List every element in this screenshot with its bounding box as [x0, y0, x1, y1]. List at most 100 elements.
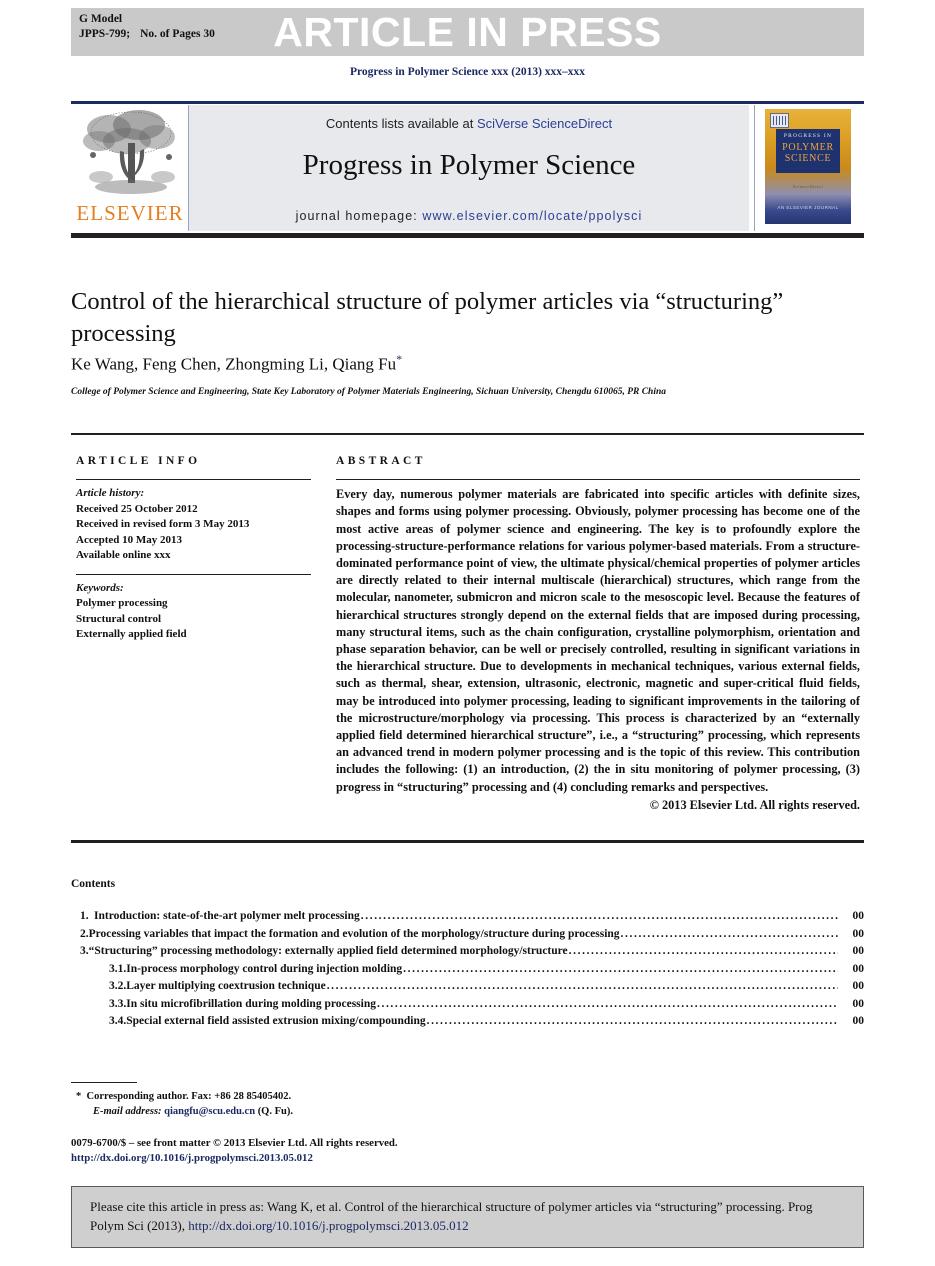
toc-entry[interactable]: 3.3. In situ microfibrillation during mo… [71, 996, 864, 1014]
header-divider-rule [71, 433, 864, 435]
email-suffix: (Q. Fu). [257, 1105, 293, 1117]
toc-label: In-process morphology control during inj… [126, 962, 403, 975]
toc-entry[interactable]: 3.4. Special external field assisted ext… [71, 1013, 864, 1031]
masthead-bottom-rule [71, 233, 864, 238]
homepage-label: journal homepage: [295, 209, 423, 223]
history-item: Received 25 October 2012 [76, 502, 198, 515]
elsevier-wordmark: ELSEVIER [76, 201, 184, 225]
keywords-label: Keywords: [76, 581, 124, 594]
abstract-copyright: © 2013 Elsevier Ltd. All rights reserved… [649, 797, 860, 812]
cover-bottom-line: AN ELSEVIER JOURNAL [777, 205, 839, 210]
keywords-rule [76, 573, 311, 575]
running-head: Progress in Polymer Science xxx (2013) x… [349, 66, 586, 78]
citation-text: Please cite this article in press as: Wa… [90, 1198, 847, 1235]
keywords-block: Keywords: Polymer processing Structural … [76, 581, 311, 643]
citation-box: Please cite this article in press as: Wa… [71, 1186, 864, 1248]
keyword-item: Polymer processing [76, 597, 168, 610]
masthead-top-rule [71, 101, 864, 104]
contents-heading: Contents [71, 878, 116, 890]
article-info-rule [76, 479, 311, 481]
elsevier-tree-icon [83, 110, 175, 194]
toc-page: 00 [852, 962, 865, 975]
toc-page: 00 [852, 945, 865, 957]
article-history-block: Article history: Received 25 October 201… [76, 486, 311, 564]
sciencedirect-link[interactable]: SciVerse ScienceDirect [477, 116, 612, 131]
toc-leader-dots: ........................................… [377, 997, 838, 1010]
elsevier-logo: ELSEVIER [71, 105, 189, 231]
contents-prefix: Contents lists available at [325, 116, 477, 131]
email-link[interactable]: qiangfu@scu.edu.cn [164, 1106, 255, 1117]
contents-panel: Contents lists available at SciVerse Sci… [189, 105, 749, 231]
footnote-corresponding-text: Corresponding author. Fax: +86 28 854054… [86, 1091, 292, 1102]
affiliation: College of Polymer Science and Engineeri… [71, 387, 667, 397]
citation-doi-link[interactable]: http://dx.doi.org/10.1016/j.progpolymsci… [188, 1218, 468, 1233]
history-item: Accepted 10 May 2013 [76, 533, 183, 546]
journal-title: Progress in Polymer Science [302, 149, 636, 181]
footnote-rule [71, 1082, 137, 1084]
article-info-column: ARTICLE INFO Article history: Received 2… [76, 455, 311, 643]
toc-leader-dots: ........................................… [326, 980, 838, 992]
toc-label: Introduction: state-of-the-art polymer m… [94, 910, 360, 922]
abstract-body: Every day, numerous polymer materials ar… [336, 487, 860, 794]
cover-stamp-icon [770, 113, 789, 128]
footnote-star: * [76, 1091, 82, 1102]
abstract-bottom-rule [71, 840, 864, 843]
toc-label: Processing variables that impact the for… [88, 927, 620, 940]
toc-number: 3.4. [109, 1015, 127, 1027]
cover-top-line: PROGRESS IN [783, 133, 833, 139]
corresponding-author-marker: * [396, 352, 403, 366]
toc-page: 00 [852, 1015, 865, 1027]
keyword-item: Externally applied field [76, 628, 187, 641]
article-first-page: G Model JPPS-799; No. of Pages 30 ARTICLE… [0, 0, 935, 1266]
cover-title-panel: PROGRESS IN POLYMER SCIENCE [776, 129, 840, 173]
toc-leader-dots: ........................................… [360, 910, 838, 922]
cover-main-lines: POLYMER SCIENCE [776, 142, 840, 164]
toc-number: 3.2. [109, 980, 127, 992]
journal-cover-image: PROGRESS IN POLYMER SCIENCE ScienceDirec… [765, 109, 851, 224]
toc-leader-dots: ........................................… [568, 945, 838, 957]
abstract-rule [336, 479, 860, 481]
cover-main-line-2: SCIENCE [784, 153, 832, 164]
abstract-heading: ABSTRACT [336, 455, 426, 467]
front-matter-line: 0079-6700/$ – see front matter © 2013 El… [71, 1137, 398, 1149]
toc-leader-dots: ........................................… [620, 927, 838, 940]
toc-entry[interactable]: 3.1. In-process morphology control durin… [71, 961, 864, 979]
table-of-contents: 1. Introduction: state-of-the-art polyme… [71, 908, 864, 1031]
doi-link[interactable]: http://dx.doi.org/10.1016/j.progpolymsci… [71, 1151, 631, 1166]
toc-entry[interactable]: 3.2. Layer multiplying coextrusion techn… [71, 978, 864, 996]
homepage-url-link[interactable]: www.elsevier.com/locate/ppolysci [422, 209, 642, 223]
toc-leader-dots: ........................................… [403, 962, 838, 975]
journal-homepage-line: journal homepage: www.elsevier.com/locat… [189, 209, 749, 223]
toc-label: “Structuring” processing methodology: ex… [88, 945, 568, 957]
toc-number: 3. [80, 945, 89, 957]
toc-page: 00 [852, 910, 865, 922]
history-item: Available online xxx [76, 549, 171, 562]
toc-label: Special external field assisted extrusio… [126, 1015, 426, 1027]
cover-main-line-1: POLYMER [782, 142, 834, 153]
contents-available-line: Contents lists available at SciVerse Sci… [189, 116, 749, 131]
authors-text: Ke Wang, Feng Chen, Zhongming Li, Qiang … [71, 354, 397, 374]
toc-label: In situ microfibrillation during molding… [126, 997, 376, 1010]
article-history-label: Article history: [76, 487, 145, 500]
article-in-press-banner: G Model JPPS-799; No. of Pages 30 ARTICLE… [71, 8, 864, 56]
history-item: Received in revised form 3 May 2013 [76, 518, 250, 531]
journal-masthead: ELSEVIER Contents lists available at Sci… [71, 105, 864, 231]
email-label: E-mail address: [93, 1105, 162, 1117]
toc-page: 00 [852, 997, 865, 1010]
toc-page: 00 [852, 980, 865, 992]
banner-title: ARTICLE IN PRESS [273, 9, 662, 55]
toc-number: 1. [80, 910, 89, 922]
toc-entry[interactable]: 2. Processing variables that impact the … [71, 926, 864, 944]
author-list: Ke Wang, Feng Chen, Zhongming Li, Qiang … [71, 352, 861, 375]
toc-entry[interactable]: 3. “Structuring” processing methodology:… [71, 943, 864, 961]
toc-number: 3.1. [109, 962, 127, 975]
toc-number: 3.3. [109, 997, 127, 1010]
journal-cover-wrap: PROGRESS IN POLYMER SCIENCE ScienceDirec… [754, 105, 864, 231]
toc-entry[interactable]: 1. Introduction: state-of-the-art polyme… [71, 908, 864, 926]
corresponding-author-footnote: * Corresponding author. Fax: +86 28 8540… [71, 1090, 551, 1119]
toc-label: Layer multiplying coextrusion technique [126, 980, 326, 992]
article-info-heading: ARTICLE INFO [76, 455, 201, 467]
page-title: Control of the hierarchical structure of… [71, 288, 784, 347]
toc-leader-dots: ........................................… [426, 1015, 838, 1027]
front-matter-block: 0079-6700/$ – see front matter © 2013 El… [71, 1136, 631, 1166]
